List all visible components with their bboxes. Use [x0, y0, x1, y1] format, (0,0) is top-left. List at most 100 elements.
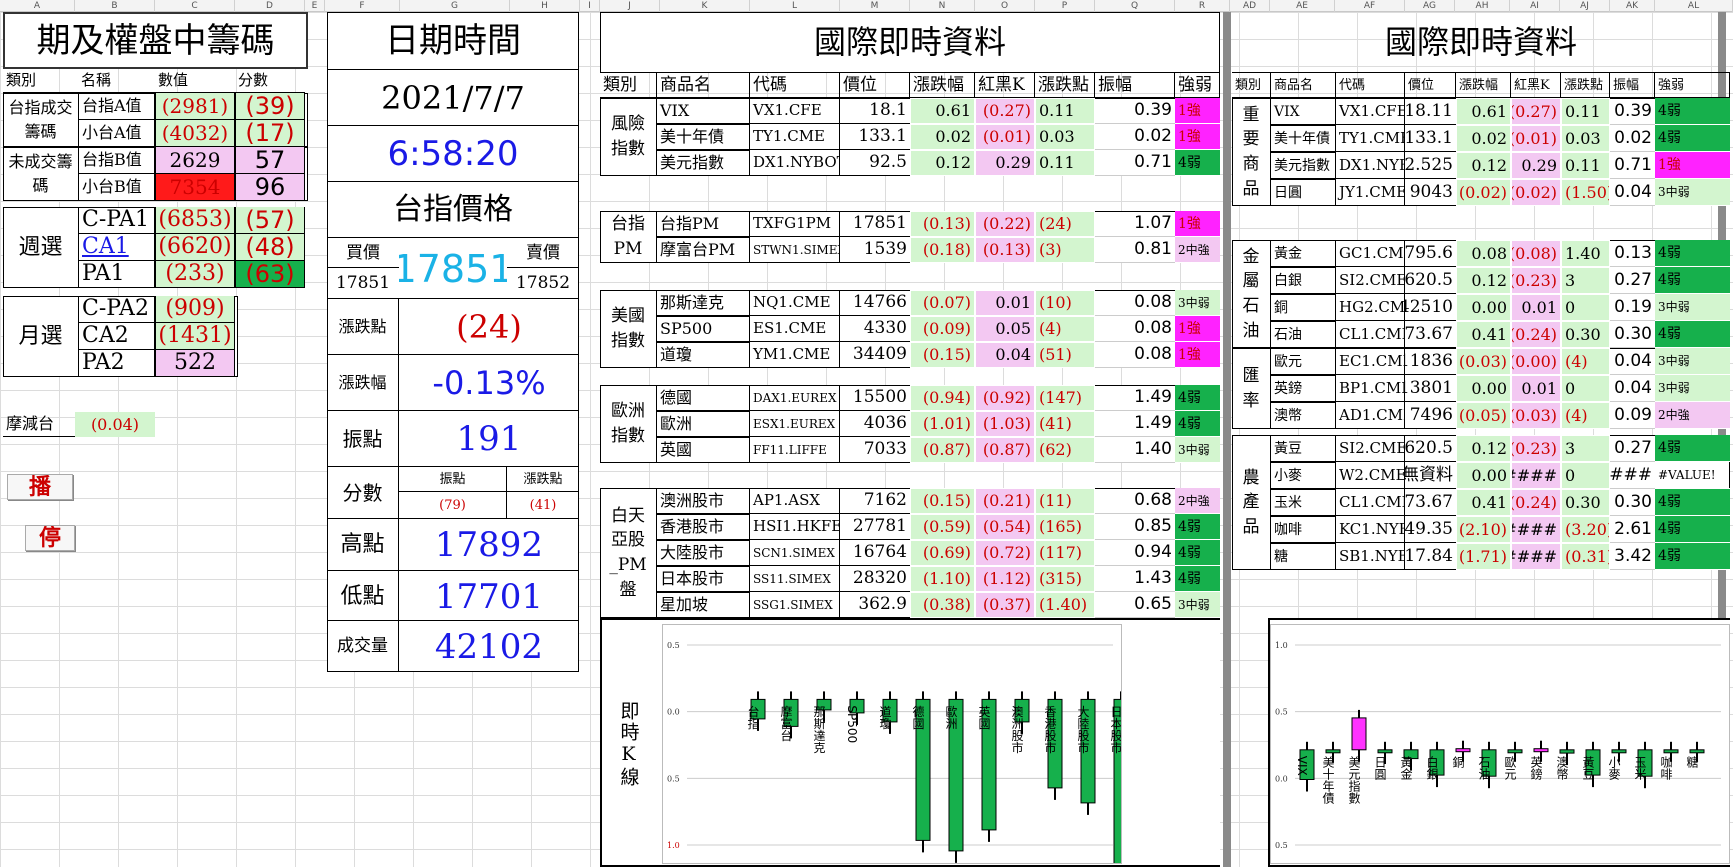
intl2-product: 咖啡: [1271, 516, 1336, 543]
intl-strength: 4弱: [1175, 566, 1220, 592]
intl-strength: 1強: [1175, 316, 1220, 342]
intl-product: 那斯達克: [657, 290, 750, 316]
left-row-score: 57: [235, 147, 305, 174]
intl-price: 362.9: [840, 592, 910, 618]
intl-strength: 2中強: [1175, 488, 1220, 514]
left-row-name: 小台A值: [78, 120, 155, 147]
intl-col-3: (1.10): [910, 566, 975, 592]
y-tick: 1.0: [667, 841, 680, 850]
intl2-col-4: (0.23): [1511, 267, 1561, 294]
intl2-header-6: 漲跌點: [1561, 72, 1610, 98]
left-row-name: 台指A值: [78, 93, 155, 120]
intl2-col-3: 0.12: [1456, 152, 1511, 179]
left-title: 期及權盤中籌碼: [36, 20, 275, 61]
intl2-price: 7496: [1405, 402, 1456, 429]
intl-product: 歐洲: [657, 411, 750, 437]
category-label: 玉米: [1633, 756, 1647, 780]
intl-group-label: 美國指數: [600, 290, 657, 368]
intl2-amplitude: 0.19: [1610, 294, 1655, 321]
moreduction-label: 摩減台: [3, 412, 75, 437]
intl-col-4: 0.01: [975, 290, 1035, 316]
column-separator: [1223, 12, 1231, 867]
play-button[interactable]: 播: [7, 474, 73, 500]
intl2-col-3: (1.71): [1456, 543, 1511, 570]
intl-price: 34409: [840, 342, 910, 368]
category-label: 英國: [977, 705, 991, 729]
intl2-col-4: (0.24): [1511, 321, 1561, 348]
intl2-header-3: 價位: [1405, 72, 1456, 98]
intl2-col-5: 0.11: [1561, 98, 1610, 125]
intl2-price: 17.84: [1405, 543, 1456, 570]
intl-product: SP500: [657, 316, 750, 342]
intl2-strength: 4弱: [1655, 435, 1730, 462]
intl2-price: 92.525: [1405, 152, 1456, 179]
intl-amplitude: 0.81: [1095, 237, 1175, 263]
intl-product: 台指PM: [657, 211, 750, 237]
category-label: 小麥: [1607, 755, 1621, 780]
left-row-value: (2981): [155, 93, 235, 120]
intl-col-3: (0.94): [910, 385, 975, 411]
intl2-strength: 2中強: [1655, 402, 1730, 429]
intl-code: DX1.NYBOT: [750, 150, 840, 176]
intl2-code: JY1.CME: [1336, 179, 1405, 206]
intl-col-4: 0.05: [975, 316, 1035, 342]
intl-amplitude: 1.07: [1095, 211, 1175, 237]
intl2-col-5: 0: [1561, 375, 1610, 402]
intl2-col-4: (0.08): [1511, 240, 1561, 267]
intl2-amplitude: 0.27: [1610, 435, 1655, 462]
left-row-value: (4032): [155, 120, 235, 147]
intl2-header-4: 漲跌幅: [1456, 72, 1511, 98]
intl-col-3: (1.01): [910, 411, 975, 437]
time-value: 6:58:20: [327, 126, 579, 182]
category-label: 黃豆: [1581, 755, 1595, 779]
intl-col-3: (0.69): [910, 540, 975, 566]
intl-col-4: (0.87): [975, 437, 1035, 463]
intl2-col-5: 0.11: [1561, 152, 1610, 179]
intl2-price: 無資料: [1405, 462, 1456, 489]
left-row-name[interactable]: CA1: [78, 234, 155, 261]
intl2-code: KC1.NYBOT: [1336, 516, 1405, 543]
intl2-amplitude: 0.27: [1610, 267, 1655, 294]
intl-col-5: (4): [1035, 316, 1095, 342]
intl-price: 17851: [840, 211, 910, 237]
intl2-strength: 4弱: [1655, 321, 1730, 348]
intl-header-5: 紅黑K: [975, 72, 1035, 98]
stop-button[interactable]: 停: [25, 525, 75, 551]
intl-col-4: (0.54): [975, 514, 1035, 540]
intl2-col-3: 0.61: [1456, 98, 1511, 125]
intl-strength: 2中強: [1175, 237, 1220, 263]
category-label: 日圓: [1373, 756, 1387, 780]
category-label: VIX: [1295, 756, 1309, 776]
low-label: 低點: [327, 570, 399, 622]
pct-label: 漲跌幅: [327, 354, 399, 410]
intl2-price: 11836: [1405, 348, 1456, 375]
intl2-code: CL1.CME: [1336, 321, 1405, 348]
intl-price: 27781: [840, 514, 910, 540]
intl-price: 133.1: [840, 124, 910, 150]
intl2-code: VX1.CFE: [1336, 98, 1405, 125]
intl2-code: W2.CME: [1336, 462, 1405, 489]
left-row-name: C-PA2: [78, 296, 155, 323]
left-row-score: (63): [235, 261, 305, 288]
intl2-amplitude: 3.42: [1610, 543, 1655, 570]
intl-col-3: (0.87): [910, 437, 975, 463]
intl-col-4: (0.01): [975, 124, 1035, 150]
intl-price: 4036: [840, 411, 910, 437]
intl2-col-5: 3: [1561, 267, 1610, 294]
intl2-amplitude: 0.30: [1610, 321, 1655, 348]
intl-product: 香港股市: [657, 514, 750, 540]
intl2-amplitude: 0.71: [1610, 152, 1655, 179]
left-group-label: 週選: [18, 235, 63, 260]
intl2-strength: 3中弱: [1655, 294, 1730, 321]
intl-col-5: 0.03: [1035, 124, 1095, 150]
candle-body: [1377, 749, 1393, 754]
category-label: 德國: [911, 704, 925, 729]
intl-col-4: (0.27): [975, 98, 1035, 124]
intl2-strength: #VALUE!: [1655, 462, 1730, 489]
intl2-col-5: 0: [1561, 462, 1610, 489]
intl2-strength: 4弱: [1655, 489, 1730, 516]
intl2-strength: 4弱: [1655, 125, 1730, 152]
intl-strength: 3中弱: [1175, 437, 1220, 463]
intl2-product: 黃金: [1271, 240, 1336, 267]
intl-col-4: 0.04: [975, 342, 1035, 368]
